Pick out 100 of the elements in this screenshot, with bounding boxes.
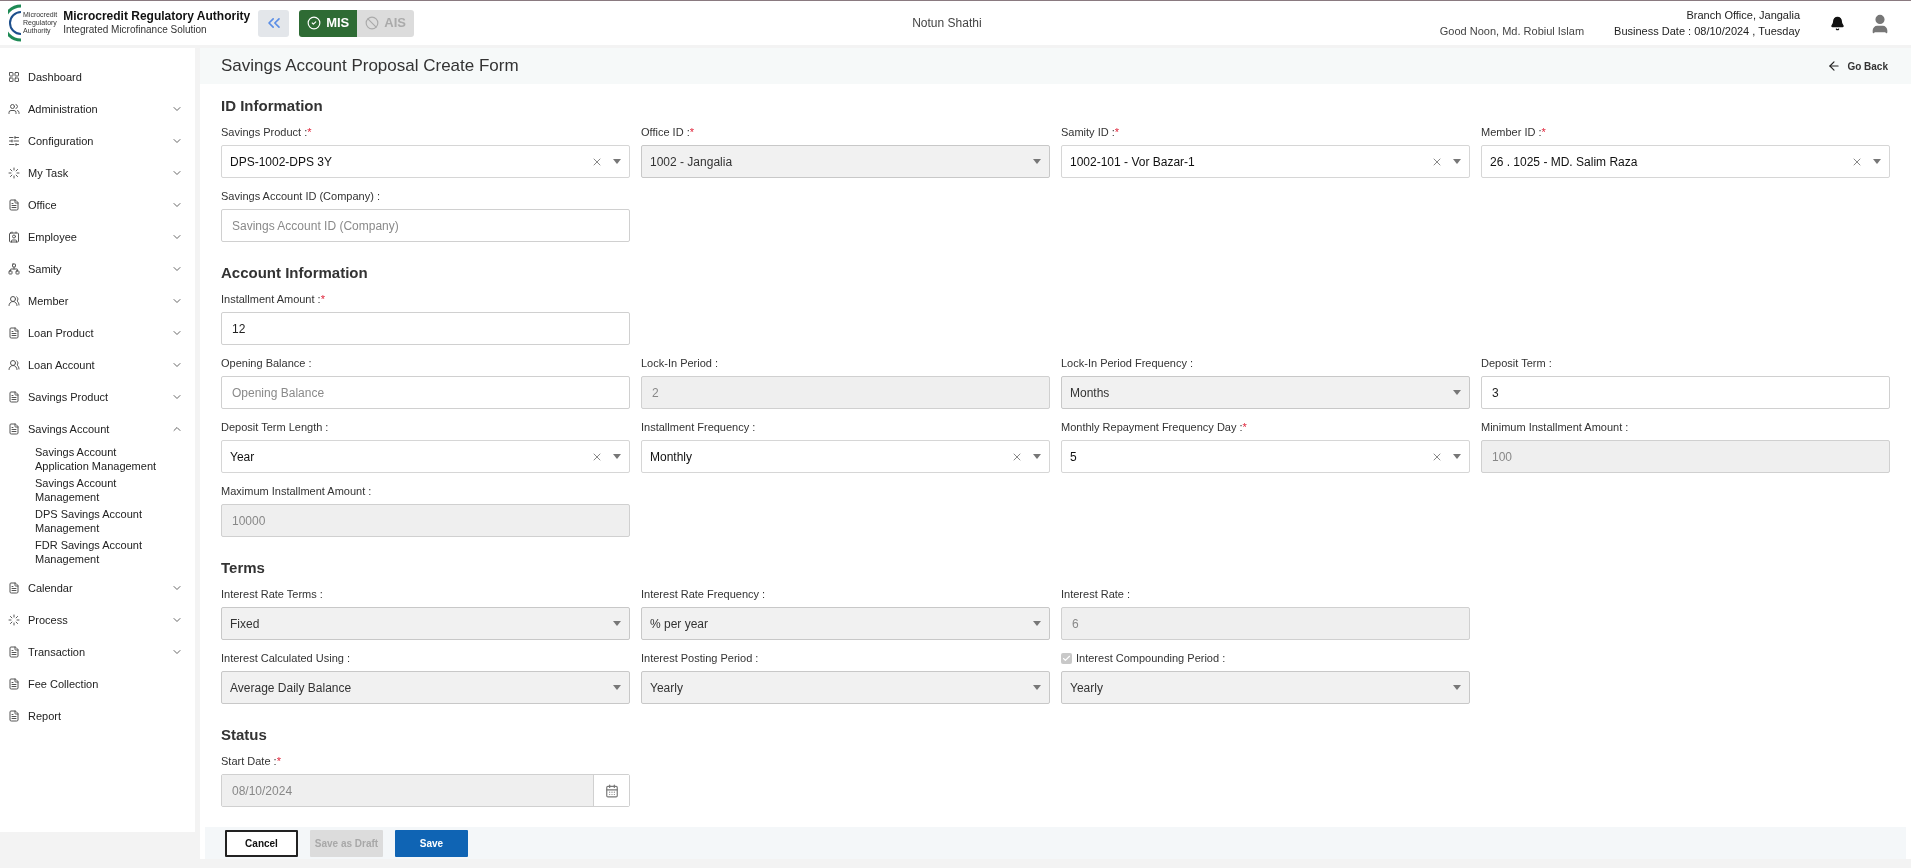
sidebar-item[interactable]: Office <box>0 189 195 221</box>
sidebar-item[interactable]: Administration <box>0 93 195 125</box>
field-label: Interest Compounding Period : <box>1076 650 1226 666</box>
app-title: Microcredit Regulatory Authority <box>63 9 251 25</box>
greeting: Good Noon, Md. Robiul Islam <box>1439 23 1585 39</box>
field-label: Opening Balance : <box>221 355 312 371</box>
field-label: Monthly Repayment Frequency Day :* <box>1061 419 1247 435</box>
menu-icon <box>8 710 20 722</box>
select-value: Fixed <box>230 615 261 633</box>
field-label: Savings Account ID (Company) : <box>221 188 380 204</box>
sidebar-item[interactable]: Transaction <box>0 636 195 668</box>
module-toggle[interactable]: MIS <box>299 9 358 37</box>
dropdown-caret-icon <box>1033 159 1041 164</box>
menu-icon <box>8 295 20 307</box>
select-value: Year <box>230 448 256 466</box>
field-label: Minimum Installment Amount : <box>1481 419 1629 435</box>
dropdown-caret-icon <box>1033 621 1041 626</box>
dropdown-caret-icon <box>1033 685 1041 690</box>
select-field[interactable]: Monthly <box>641 440 1050 473</box>
go-back-link[interactable]: Go Back <box>1827 58 1888 74</box>
menu-icon <box>8 582 20 594</box>
field-label: Interest Posting Period : <box>641 650 759 666</box>
dropdown-caret-icon <box>1453 159 1461 164</box>
dropdown-caret-icon <box>613 159 621 164</box>
select-value: 1002 - Jangalia <box>650 153 734 171</box>
menu-icon <box>8 391 20 403</box>
sidebar-item[interactable]: Savings Product <box>0 381 195 413</box>
sidebar-item[interactable]: My Task <box>0 157 195 189</box>
menu-icon <box>8 71 20 83</box>
select-value: Yearly <box>1070 679 1104 697</box>
sidebar-item[interactable]: Report <box>0 700 195 732</box>
menu-icon <box>8 646 20 658</box>
submenu-item[interactable]: Savings Account Application Management <box>35 445 165 473</box>
submenu-item[interactable]: FDR Savings Account Management <box>35 538 165 566</box>
sidebar-item[interactable]: Savings Account <box>0 413 195 445</box>
menu-icon <box>8 423 20 435</box>
menu-icon <box>8 614 20 626</box>
sidebar-item[interactable]: Samity <box>0 253 195 285</box>
menu-icon <box>8 135 20 147</box>
notification-bell-icon[interactable] <box>1830 15 1845 31</box>
form-button[interactable]: Save <box>395 829 468 857</box>
sidebar-item[interactable]: Loan Account <box>0 349 195 381</box>
submenu-item[interactable]: DPS Savings Account Management <box>35 507 165 535</box>
menu-icon <box>8 359 20 371</box>
field-label: Start Date :* <box>221 753 281 769</box>
sidebar-item[interactable]: Employee <box>0 221 195 253</box>
menu-icon <box>8 231 20 243</box>
page-title: Savings Account Proposal Create Form <box>221 55 520 78</box>
business-date: Business Date : 08/10/2024 , Tuesday <box>1614 24 1800 39</box>
sidebar-item[interactable]: Process <box>0 604 195 636</box>
sidebar-item[interactable]: Member <box>0 285 195 317</box>
sidebar-item[interactable]: Configuration <box>0 125 195 157</box>
dropdown-caret-icon <box>613 685 621 690</box>
dropdown-caret-icon <box>613 621 621 626</box>
field-label: Samity ID :* <box>1061 124 1120 140</box>
logo-rings-icon <box>8 4 22 42</box>
section-heading: ID Information <box>221 96 324 116</box>
menu-icon <box>8 199 20 211</box>
select-value: Monthly <box>650 448 694 466</box>
sidebar-item[interactable]: Fee Collection <box>0 668 195 700</box>
menu-icon <box>8 103 20 115</box>
field-label: Installment Amount :* <box>221 291 325 307</box>
field-label: Lock-In Period : <box>641 355 719 371</box>
menu-icon <box>8 167 20 179</box>
select-value: 1002-101 - Vor Bazar-1 <box>1070 153 1196 171</box>
collapse-sidebar-button[interactable] <box>258 9 290 37</box>
select-field[interactable]: 26 . 1025 - MD. Salim Raza <box>1481 145 1890 178</box>
input-field[interactable]: 3 <box>1481 376 1890 409</box>
arrow-left-icon <box>1827 59 1842 73</box>
dropdown-caret-icon <box>1453 390 1461 395</box>
dropdown-caret-icon <box>1453 454 1461 459</box>
input-field[interactable]: 12 <box>221 312 630 345</box>
section-heading: Terms <box>221 558 266 578</box>
select-field[interactable]: 5 <box>1061 440 1470 473</box>
input-field[interactable]: Savings Account ID (Company) <box>221 209 630 242</box>
menu-icon <box>8 327 20 339</box>
submenu-item[interactable]: Savings Account Management <box>35 476 165 504</box>
form-button[interactable]: Cancel <box>225 829 298 857</box>
field-label: Interest Rate Frequency : <box>641 586 766 602</box>
input-field[interactable]: Opening Balance <box>221 376 630 409</box>
section-heading: Status <box>221 725 268 745</box>
organization-name: Notun Shathi <box>912 15 982 32</box>
branch-name: Branch Office, Jangalia <box>1686 8 1800 23</box>
sidebar-item[interactable]: Loan Product <box>0 317 195 349</box>
select-value: Average Daily Balance <box>230 679 353 697</box>
dropdown-caret-icon <box>613 454 621 459</box>
select-field[interactable]: 1002-101 - Vor Bazar-1 <box>1061 145 1470 178</box>
select-value: Yearly <box>650 679 684 697</box>
field-label: Interest Rate Terms : <box>221 586 323 602</box>
sidebar-item[interactable]: Calendar <box>0 572 195 604</box>
field-label: Maximum Installment Amount : <box>221 483 372 499</box>
field-label: Deposit Term : <box>1481 355 1552 371</box>
sidebar-item[interactable]: Dashboard <box>0 61 195 93</box>
blocked-icon <box>365 16 380 30</box>
field-label: Lock-In Period Frequency : <box>1061 355 1194 371</box>
select-field[interactable]: DPS-1002-DPS 3Y <box>221 145 630 178</box>
select-value: 5 <box>1070 448 1078 466</box>
select-field[interactable]: Year <box>221 440 630 473</box>
menu-icon <box>8 263 20 275</box>
check-circle-icon <box>307 16 322 30</box>
